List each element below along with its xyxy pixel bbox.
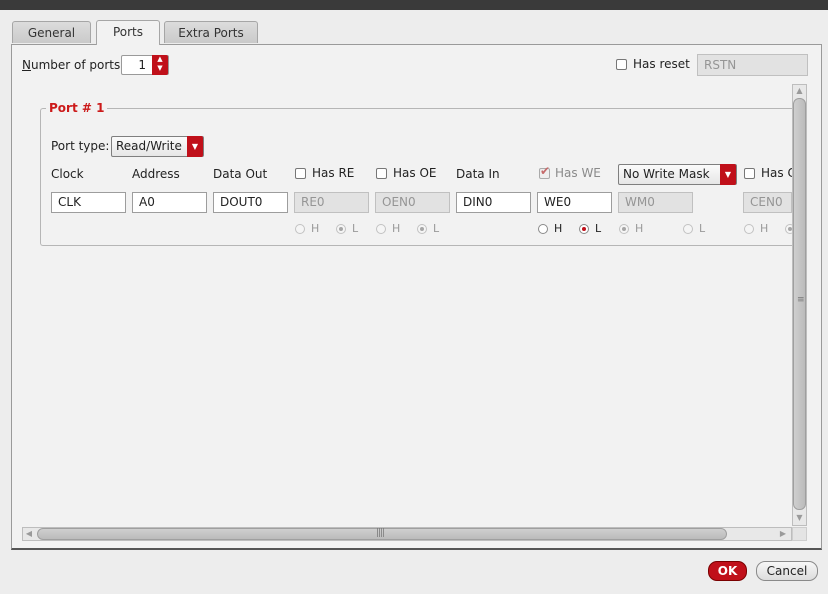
has-we-checkbox[interactable]: ✔ xyxy=(539,164,550,179)
oe-high-radio[interactable] xyxy=(376,224,386,234)
oe-low-label: L xyxy=(433,222,440,235)
wm-low-label: L xyxy=(699,222,706,235)
has-reset-label: Has reset xyxy=(633,57,690,71)
data-out-header: Data Out xyxy=(213,167,268,181)
tab-ports[interactable]: Ports xyxy=(96,20,160,45)
has-re-label: Has RE xyxy=(312,166,355,180)
scroll-up-icon[interactable]: ▲ xyxy=(794,86,805,95)
write-mask-value: No Write Mask xyxy=(623,167,710,181)
oe-low-radio[interactable] xyxy=(417,224,427,234)
write-mask-select[interactable]: No Write Mask ▼ xyxy=(618,164,737,185)
number-of-ports-label-rest: umber of ports: xyxy=(30,58,125,72)
ce-high-label: H xyxy=(760,222,769,235)
cancel-button[interactable]: Cancel xyxy=(756,561,818,581)
address-header: Address xyxy=(132,167,180,181)
we-low-radio[interactable] xyxy=(579,224,589,234)
tab-extra-ports[interactable]: Extra Ports xyxy=(164,21,258,43)
re-high-label: H xyxy=(311,222,320,235)
has-reset-checkbox[interactable] xyxy=(616,59,627,70)
spinner-buttons[interactable]: ▲ ▼ xyxy=(152,55,168,75)
spinner-up-icon[interactable]: ▲ xyxy=(152,55,168,64)
chevron-down-icon[interactable]: ▼ xyxy=(720,164,736,185)
tab-general[interactable]: General xyxy=(12,21,91,43)
has-we-label: Has WE xyxy=(555,166,601,180)
port-type-value: Read/Write xyxy=(116,139,182,153)
we-low-label: L xyxy=(595,222,602,235)
wm-field[interactable]: WM0 xyxy=(618,192,693,213)
has-oe-label: Has OE xyxy=(393,166,437,180)
check-icon: ✔ xyxy=(540,164,551,178)
tab-general-label: General xyxy=(27,26,76,40)
scroll-right-icon[interactable]: ▶ xyxy=(778,529,788,538)
has-ce-checkbox[interactable] xyxy=(744,168,755,179)
port-type-select[interactable]: Read/Write ▼ xyxy=(111,136,204,157)
wm-high-radio[interactable] xyxy=(619,224,629,234)
has-ce-label: Has C xyxy=(761,166,796,180)
ce-field[interactable]: CEN0 xyxy=(743,192,792,213)
has-re-checkbox[interactable] xyxy=(295,168,306,179)
oe-field[interactable]: OEN0 xyxy=(375,192,450,213)
number-of-ports-label: Number of ports: xyxy=(22,58,124,72)
oe-high-label: H xyxy=(392,222,401,235)
ok-button[interactable]: OK xyxy=(708,561,747,581)
tab-extra-ports-label: Extra Ports xyxy=(178,26,244,40)
window-titlebar xyxy=(0,0,828,10)
re-high-radio[interactable] xyxy=(295,224,305,234)
re-low-label: L xyxy=(352,222,359,235)
we-field[interactable]: WE0 xyxy=(537,192,612,213)
scroll-left-icon[interactable]: ◀ xyxy=(24,529,34,538)
wm-high-label: H xyxy=(635,222,644,235)
ce-high-radio[interactable] xyxy=(744,224,754,234)
reset-signal-field[interactable]: RSTN xyxy=(697,54,808,76)
re-field[interactable]: RE0 xyxy=(294,192,369,213)
wm-low-radio[interactable] xyxy=(683,224,693,234)
clock-field[interactable]: CLK xyxy=(51,192,126,213)
has-oe-checkbox[interactable] xyxy=(376,168,387,179)
address-field[interactable]: A0 xyxy=(132,192,207,213)
re-low-radio[interactable] xyxy=(336,224,346,234)
port-type-label: Port type: xyxy=(51,139,110,153)
tab-ports-label: Ports xyxy=(112,25,144,39)
we-high-radio[interactable] xyxy=(538,224,548,234)
spinner-down-icon[interactable]: ▼ xyxy=(152,64,168,73)
number-of-ports-mnemonic: N xyxy=(22,58,31,72)
data-in-header: Data In xyxy=(456,167,500,181)
port-group-title: Port # 1 xyxy=(46,101,108,115)
scroll-grip-icon: |||| xyxy=(376,528,385,538)
data-in-field[interactable]: DIN0 xyxy=(456,192,531,213)
number-of-ports-spinner[interactable]: 1 ▲ ▼ xyxy=(121,55,169,75)
clock-header: Clock xyxy=(51,167,84,181)
chevron-down-icon[interactable]: ▼ xyxy=(187,136,203,157)
scroll-down-icon[interactable]: ▼ xyxy=(794,513,805,522)
scroll-grip-icon: ≡ xyxy=(797,295,804,305)
we-high-label: H xyxy=(554,222,563,235)
data-out-field[interactable]: DOUT0 xyxy=(213,192,288,213)
scroll-corner xyxy=(792,527,807,541)
number-of-ports-value: 1 xyxy=(138,58,146,72)
